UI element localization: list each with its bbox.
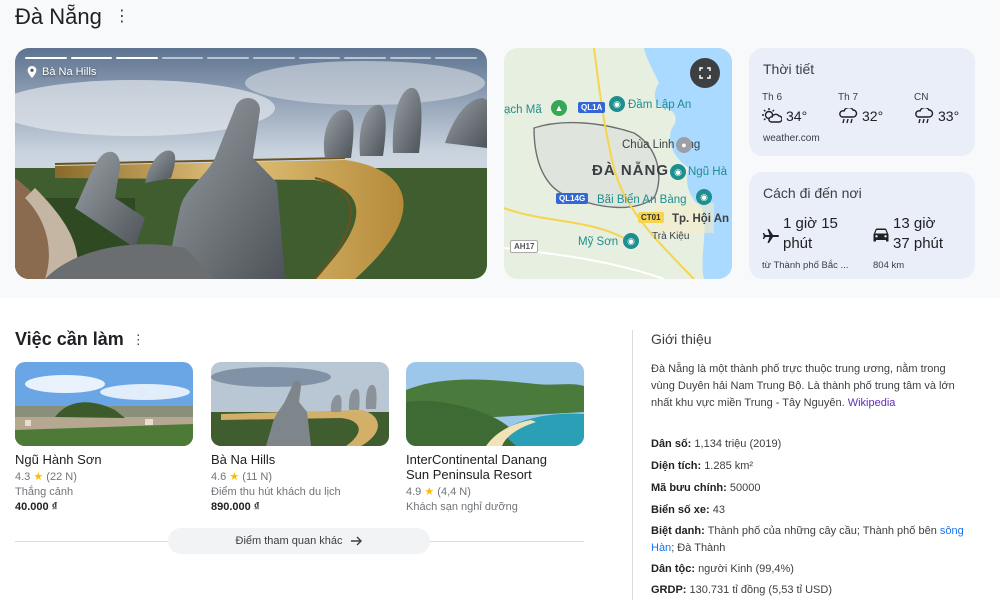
travel-card[interactable]: Cách đi đến nơi 1 giờ 15 phút từ Thành p… [749,172,975,279]
fact-license-plate: Biển số xe: 43 [651,504,725,516]
weather-temp-2: 32° [862,108,884,124]
photo-carousel[interactable]: Bà Na Hills ‹ › [15,48,487,279]
camera-pin-icon: ◉ [609,96,625,112]
more-options-icon[interactable]: ⋮ [132,332,145,348]
flight-origin: từ Thành phố Bắc ... [762,260,849,271]
photo-location-tag[interactable]: Bà Na Hills [27,66,96,78]
things-to-do-title: Việc cần làm [15,329,124,349]
attraction-rating: 4.6 ★ (11 N) [211,471,273,483]
travel-title: Cách đi đến nơi [763,185,862,201]
wikipedia-link[interactable]: Wikipedia [848,397,896,409]
more-options-icon[interactable]: ⋮ [114,9,130,25]
fact-population: Dân số: 1,134 triệu (2019) [651,438,782,450]
attraction-card[interactable]: InterContinental Danang Sun Peninsula Re… [406,362,584,513]
fact-postal-code: Mã bưu chính: 50000 [651,482,761,494]
star-icon: ★ [424,486,435,498]
star-icon: ★ [229,471,240,483]
weather-day-1: Th 6 [762,92,783,103]
rain-icon [915,108,934,124]
fact-grdp: GRDP: 130.731 tỉ đồng (5,53 tỉ USD) [651,584,832,596]
map-label-bach-ma: ạch Mã [504,104,542,116]
attraction-image [406,362,584,446]
attraction-image [211,362,389,446]
weather-temp-3: 33° [938,108,960,124]
weather-title: Thời tiết [763,61,815,77]
attraction-image [15,362,193,446]
attraction-name: Bà Na Hills [211,452,276,467]
arrow-right-icon [350,536,362,546]
map-label-my-son: Mỹ Sơn [578,236,619,248]
page-title: Đà Nẵng [15,4,102,29]
road-ah17: AH17 [510,240,539,253]
expand-icon [699,67,711,79]
road-ql14g: QL14G [556,193,589,204]
drive-distance: 804 km [873,260,905,271]
attraction-name: Ngũ Hành Sơn [15,452,102,467]
weather-temp-1: 34° [786,108,808,124]
attraction-card[interactable]: Bà Na Hills 4.6 ★ (11 N) Điểm thu hút kh… [211,362,389,513]
flight-time-line2: phút [783,235,813,252]
drive-info: 13 giờ 37 phút [893,214,943,254]
weather-card[interactable]: Thời tiết Th 6 Th 7 CN 34° 32° 33° weath… [749,48,975,156]
photo-location-label: Bà Na Hills [42,66,97,78]
map-label-da-nang: ĐÀ NẴNG [592,162,669,179]
weather-forecast-3: 33° [914,108,959,124]
location-pin-icon [27,66,37,78]
more-attractions-label: Điểm tham quan khác [235,535,343,547]
partly-sunny-icon [762,108,782,123]
attraction-price: 40.000 ₫ [15,501,58,513]
map-preview[interactable]: ạch Mã ▲ QL1A ◉ Đầm Lập An Chùa Linh Ứng… [504,48,732,279]
attraction-category: Điểm thu hút khách du lịch [211,486,341,498]
about-description: Đà Nẵng là một thành phố trực thuộc trun… [651,363,955,409]
attraction-rating: 4.9 ★ (4,4 N) [406,486,471,498]
attraction-name-line2: Sun Peninsula Resort [406,467,532,482]
expand-map-button[interactable] [690,58,720,88]
weather-day-2: Th 7 [838,92,859,103]
park-pin-icon: ▲ [551,100,567,116]
road-ct01: CT01 [638,212,664,223]
map-label-tra-kieu: Trà Kiệu [652,231,690,242]
flight-time-line1: 1 giờ 15 [783,215,838,232]
car-icon [873,228,889,242]
weather-forecast-2: 32° [838,108,883,124]
weather-forecast-1: 34° [762,108,807,124]
map-label-dam-lap-an: Đầm Lập An [628,99,692,111]
things-to-do-header: Việc cần làm ⋮ [15,329,145,350]
airplane-icon [762,229,779,243]
drive-time-line2: 37 phút [893,235,944,252]
column-divider [632,330,633,600]
map-label-bai-bien: Bãi Biển An Bàng [597,194,687,206]
road-ql1a: QL1A [578,102,606,113]
slide-progress [25,57,477,59]
about-title: Giới thiệu [651,331,712,347]
attraction-category: Thắng cảnh [15,486,74,498]
fact-area: Diện tích: 1.285 km² [651,460,754,472]
attraction-category: Khách sạn nghỉ dưỡng [406,501,518,513]
drive-time-line1: 13 giờ [893,215,936,232]
fact-nickname: Biệt danh: Thành phố của những cây cầu; … [651,525,964,554]
rain-icon [839,108,858,124]
temple-pin-icon: ● [676,137,692,153]
star-icon: ★ [33,471,44,483]
header: Đà Nẵng ⋮ [15,4,130,30]
flight-info: 1 giờ 15 phút [783,214,838,254]
weather-day-3: CN [914,92,929,103]
weather-source[interactable]: weather.com [763,133,820,144]
beach-pin-icon: ◉ [696,189,712,205]
attraction-name-line1: InterContinental Danang [406,452,547,467]
heritage-pin-icon: ◉ [623,233,639,249]
fact-ethnicity: Dân tộc: người Kinh (99,4%) [651,563,794,575]
map-label-ngu-hanh-son: Ngũ Hà [688,166,727,178]
attraction-card[interactable]: Ngũ Hành Sơn 4.3 ★ (22 N) Thắng cảnh 40.… [15,362,193,513]
map-label-hoi-an: Tp. Hội An [672,213,730,225]
more-attractions-button[interactable]: Điểm tham quan khác [168,528,430,554]
bridge-photo [15,48,487,279]
attraction-rating: 4.3 ★ (22 N) [15,471,77,483]
attraction-price: 890.000 ₫ [211,501,260,513]
attraction-pin-icon: ◉ [670,164,686,180]
